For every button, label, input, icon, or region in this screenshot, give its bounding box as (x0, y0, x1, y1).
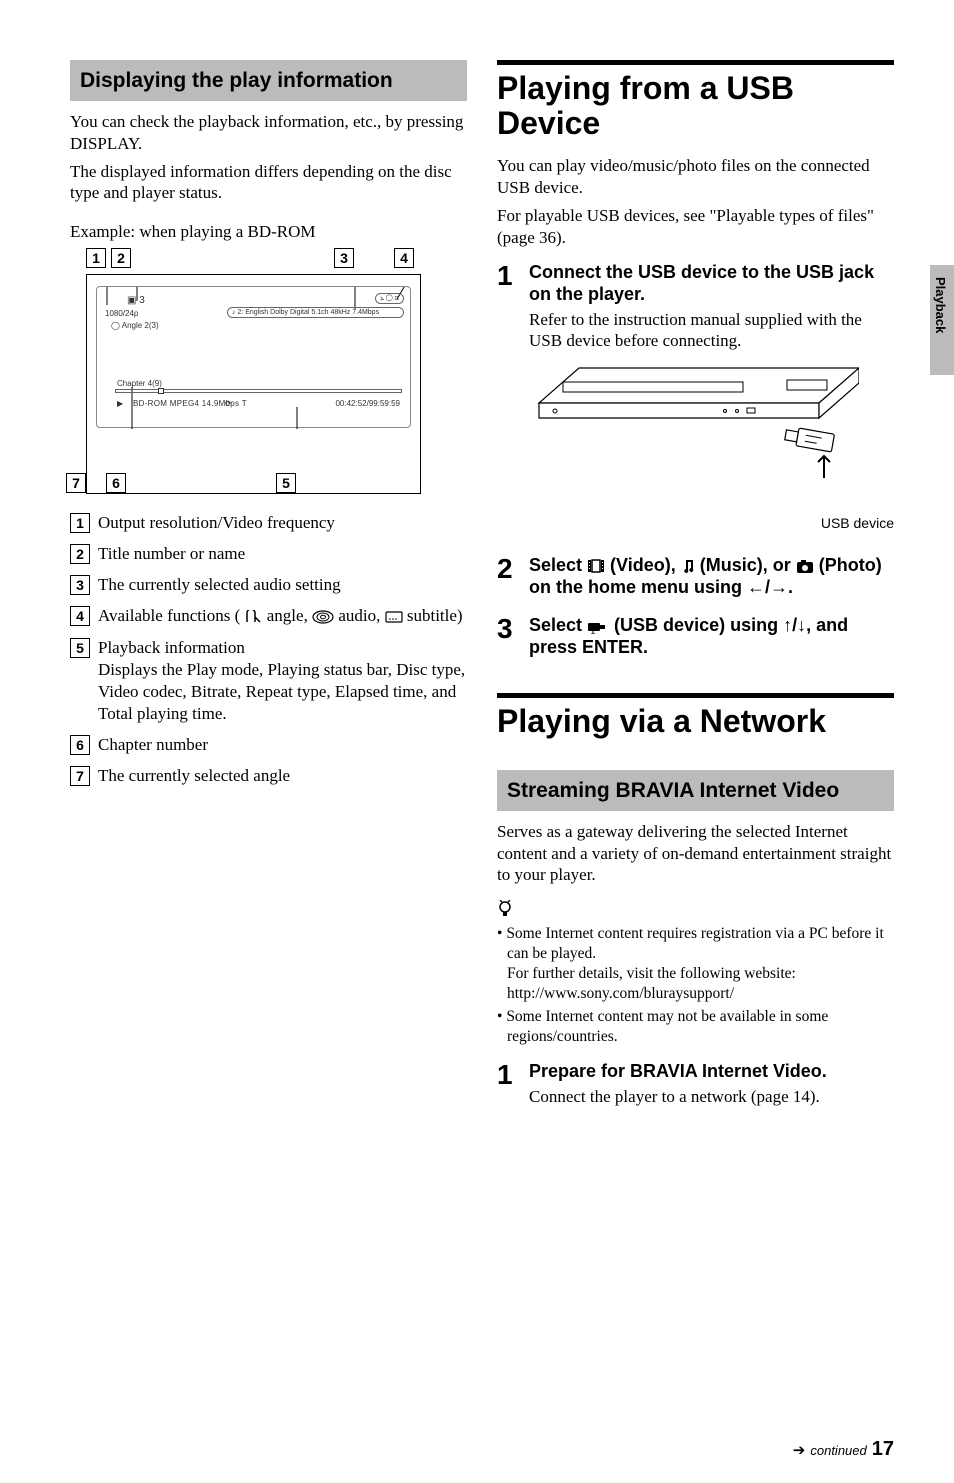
item-number: 5 (70, 638, 90, 658)
step-number: 1 (497, 1061, 517, 1107)
paragraph: You can play video/music/photo files on … (497, 155, 894, 199)
section-title-bravia: Streaming BRAVIA Internet Video (497, 770, 894, 811)
osd-repeat-icon: ⟳ (225, 399, 232, 408)
step-desc: Refer to the instruction manual supplied… (529, 309, 894, 353)
play-display-diagram: 1 2 3 4 7 6 5 ▣ 3 ⦛ ◯ (66, 248, 426, 498)
item-text: Playback information Displays the Play m… (98, 637, 467, 725)
audio-icon (312, 610, 334, 624)
step-row: 2 Select (Video), (Music), or (Photo) on… (497, 555, 894, 601)
step-desc: Connect the player to a network (page 14… (529, 1086, 894, 1108)
paragraph: The displayed information differs depend… (70, 161, 467, 205)
osd-time: 00:42:52/99:59:59 (335, 399, 400, 408)
heading-rule (497, 693, 894, 698)
photo-icon (796, 558, 814, 574)
list-item: 2 Title number or name (70, 543, 467, 565)
right-column: Playing from a USB Device You can play v… (497, 60, 894, 1113)
tip-icon (497, 900, 894, 922)
video-icon (587, 558, 605, 574)
heading-rule (497, 60, 894, 65)
step-number: 1 (497, 262, 517, 541)
osd-chapter: Chapter 4(9) (117, 379, 162, 388)
osd-inner-box: ▣ 3 ⦛ ◯ ⊡ 1080/24p ♪ 2: English Dolby Di… (96, 286, 411, 428)
step-title: Prepare for BRAVIA Internet Video. (529, 1061, 894, 1083)
tips-list: Some Internet content requires registrat… (497, 924, 894, 1049)
paragraph: You can check the playback information, … (70, 111, 467, 155)
step-number: 3 (497, 615, 517, 661)
list-item: 6 Chapter number (70, 734, 467, 756)
step-title: Connect the USB device to the USB jack o… (529, 262, 894, 305)
item-text: Available functions ( angle, audio, subt… (98, 605, 467, 627)
osd-audio-pill: ♪ 2: English Dolby Digital 5.1ch 48kHz 7… (227, 307, 404, 318)
step-row: 3 Select (USB device) using ↑/↓, and pre… (497, 615, 894, 661)
page-footer: ➔ continued 17 (793, 1438, 894, 1461)
item-text: Output resolution/Video frequency (98, 512, 467, 534)
osd-angle: ◯ Angle 2(3) (111, 321, 159, 330)
item-number: 7 (70, 766, 90, 786)
osd-title-icon: ▣ 3 (127, 295, 145, 306)
usb-diagram: USB device (529, 358, 894, 531)
angle-icon (245, 610, 263, 624)
heading-network: Playing via a Network (497, 704, 894, 739)
paragraph: For playable USB devices, see "Playable … (497, 205, 894, 249)
step-row: 1 Prepare for BRAVIA Internet Video. Con… (497, 1061, 894, 1107)
item-text: The currently selected angle (98, 765, 467, 787)
callout-1: 1 (86, 248, 106, 268)
continued-arrow-icon: ➔ (793, 1441, 806, 1459)
usb-device-icon (587, 620, 609, 634)
osd-functions-pill: ⦛ ◯ ⊡ (375, 293, 404, 304)
side-thumb-label: Playback (933, 277, 948, 333)
step-row: 1 Connect the USB device to the USB jack… (497, 262, 894, 541)
callout-7: 7 (66, 473, 86, 493)
heading-usb: Playing from a USB Device (497, 71, 894, 141)
item-text: Title number or name (98, 543, 467, 565)
example-label: Example: when playing a BD-ROM (70, 222, 467, 242)
music-icon (681, 558, 695, 574)
item-text: The currently selected audio setting (98, 574, 467, 596)
osd-play-icon: ▶ (117, 399, 123, 408)
tip-item: Some Internet content requires registrat… (497, 924, 894, 1005)
list-item: 4 Available functions ( angle, audio, su… (70, 605, 467, 627)
usb-caption: USB device (529, 515, 894, 531)
tip-link: http://www.sony.com/bluraysupport/ (507, 984, 894, 1004)
step-number: 2 (497, 555, 517, 601)
item-number: 1 (70, 513, 90, 533)
list-item: 7 The currently selected angle (70, 765, 467, 787)
list-item: 1 Output resolution/Video frequency (70, 512, 467, 534)
continued-label: continued (810, 1443, 866, 1458)
callout-3: 3 (334, 248, 354, 268)
callout-2: 2 (111, 248, 131, 268)
step-title: Select (USB device) using ↑/↓, and press… (529, 615, 894, 658)
callout-list: 1 Output resolution/Video frequency 2 Ti… (70, 512, 467, 796)
paragraph: Serves as a gateway delivering the selec… (497, 821, 894, 886)
callout-4: 4 (394, 248, 414, 268)
left-column: Displaying the play information You can … (70, 60, 467, 1113)
list-item: 3 The currently selected audio setting (70, 574, 467, 596)
item-sub: Displays the Play mode, Playing status b… (98, 659, 467, 725)
item-number: 4 (70, 606, 90, 626)
step-title: Select (Video), (Music), or (Photo) on t… (529, 555, 894, 598)
tip-subline: For further details, visit the following… (507, 964, 894, 984)
osd-resolution: 1080/24p (105, 309, 138, 318)
page-number: 17 (872, 1438, 894, 1461)
item-number: 3 (70, 575, 90, 595)
item-text: Chapter number (98, 734, 467, 756)
item-number: 6 (70, 735, 90, 755)
item-number: 2 (70, 544, 90, 564)
list-item: 5 Playback information Displays the Play… (70, 637, 467, 725)
section-title-play-info: Displaying the play information (70, 60, 467, 101)
subtitle-icon (385, 610, 403, 624)
tip-item: Some Internet content may not be availab… (497, 1007, 894, 1047)
